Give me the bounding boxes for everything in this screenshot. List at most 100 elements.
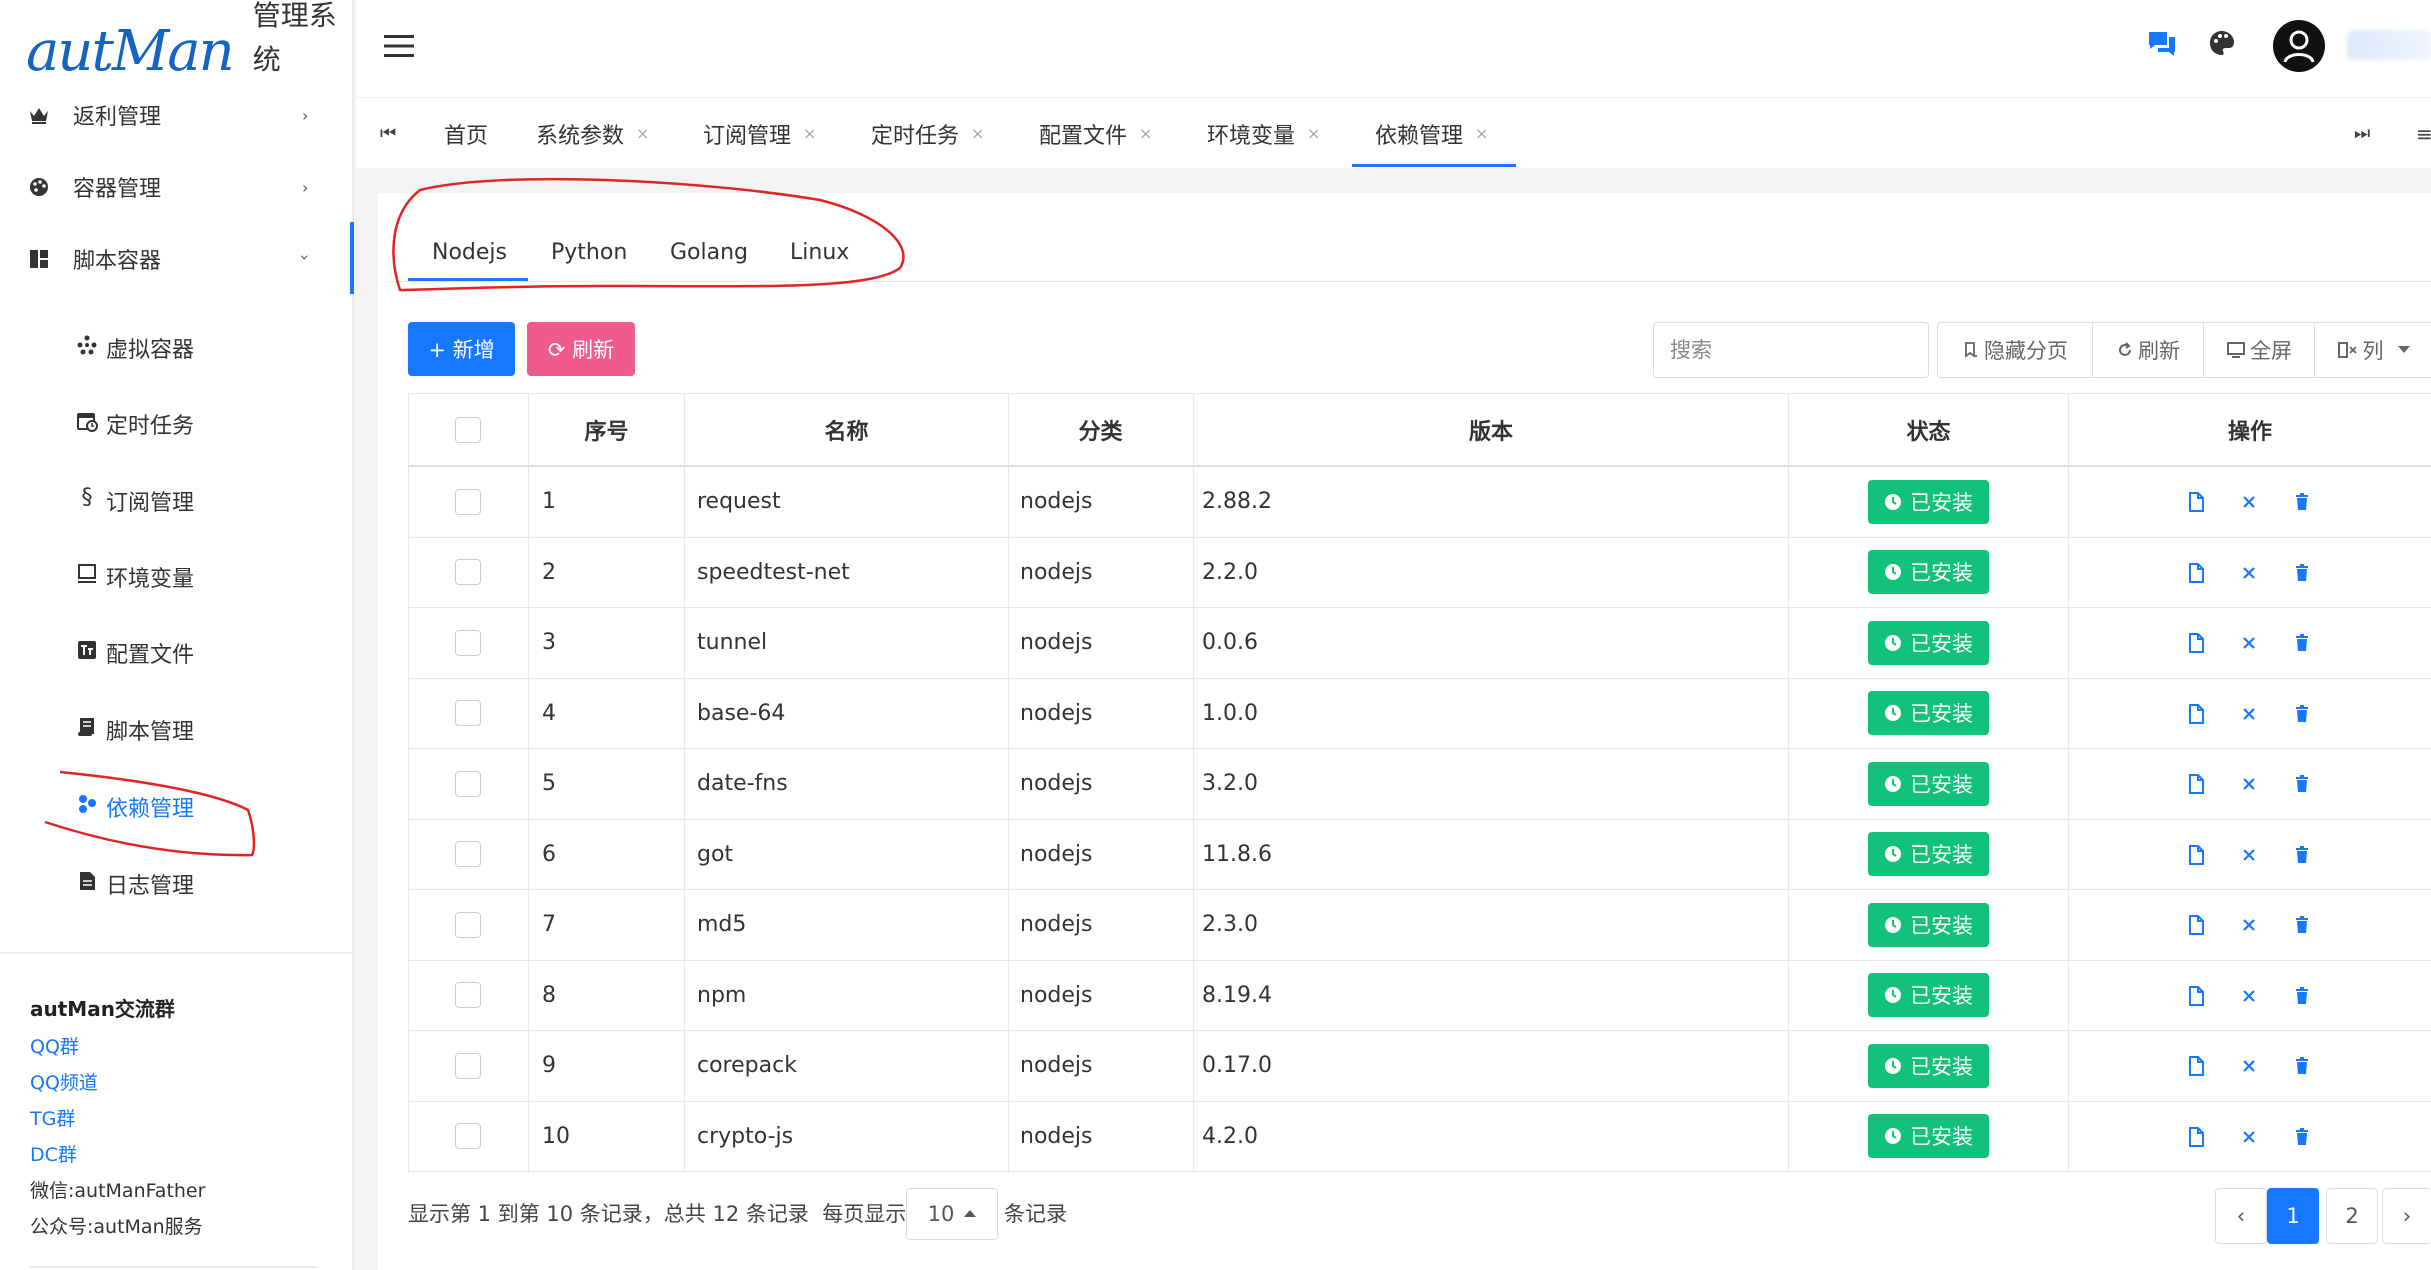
uninstall-close-icon[interactable] — [2238, 703, 2260, 725]
active-indicator — [350, 222, 354, 294]
trash-icon[interactable] — [2291, 914, 2313, 936]
file-detail-icon[interactable] — [2185, 1055, 2207, 1077]
columns-button[interactable]: 列 — [2314, 322, 2431, 378]
tab-last-button[interactable]: ⏭ — [2354, 98, 2370, 169]
tab-first-button[interactable]: ⏮ — [380, 98, 396, 169]
page-size-select[interactable]: 10 — [906, 1188, 998, 1240]
header-version[interactable]: 版本 — [1194, 394, 1788, 465]
add-button[interactable]: + 新增 — [408, 322, 515, 376]
close-icon[interactable]: × — [803, 124, 816, 143]
uninstall-close-icon[interactable] — [2238, 632, 2260, 654]
uninstall-close-icon[interactable] — [2238, 773, 2260, 795]
file-detail-icon[interactable] — [2185, 1126, 2207, 1148]
submenu-config[interactable]: 配置文件 — [0, 621, 352, 681]
tab-label: 环境变量 — [1207, 123, 1296, 149]
fullscreen-button[interactable]: 全屏 — [2203, 322, 2315, 378]
chat-icon[interactable] — [2147, 28, 2177, 58]
row-checkbox[interactable] — [455, 488, 481, 515]
tab-env[interactable]: 环境变量 × — [1207, 98, 1320, 169]
submenu-virtual-container[interactable]: 虚拟容器 — [0, 316, 352, 376]
refresh-button[interactable]: ⟳ 刷新 — [527, 322, 635, 376]
uninstall-close-icon[interactable] — [2238, 1055, 2260, 1077]
menu-rebate[interactable]: 返利管理 › — [0, 82, 352, 148]
uninstall-close-icon[interactable] — [2238, 844, 2260, 866]
next-page-button[interactable]: › — [2382, 1188, 2431, 1244]
trash-icon[interactable] — [2291, 985, 2313, 1007]
trash-icon[interactable] — [2291, 562, 2313, 584]
submenu-subscription[interactable]: § 订阅管理 — [0, 469, 352, 529]
trash-icon[interactable] — [2291, 1126, 2313, 1148]
link-qq-group[interactable]: QQ群 — [30, 1032, 79, 1059]
file-detail-icon[interactable] — [2185, 562, 2207, 584]
tab-home[interactable]: 首页 — [444, 98, 488, 169]
file-detail-icon[interactable] — [2185, 844, 2207, 866]
user-avatar[interactable] — [2273, 20, 2325, 72]
file-detail-icon[interactable] — [2185, 773, 2207, 795]
menu-script-container[interactable]: 脚本容器 › — [0, 226, 352, 292]
trash-icon[interactable] — [2291, 1055, 2313, 1077]
submenu-cron[interactable]: 定时任务 — [0, 392, 352, 452]
submenu-env[interactable]: 环境变量 — [0, 545, 352, 605]
file-detail-icon[interactable] — [2185, 985, 2207, 1007]
app-logo[interactable]: autMan 管理系统 — [26, 0, 352, 82]
header-category[interactable]: 分类 — [1009, 394, 1192, 465]
close-icon[interactable]: × — [971, 124, 984, 143]
tab-system-params[interactable]: 系统参数 × — [536, 98, 649, 169]
prev-page-button[interactable]: ‹ — [2215, 1188, 2267, 1244]
row-checkbox[interactable] — [455, 1123, 481, 1150]
file-detail-icon[interactable] — [2185, 632, 2207, 654]
close-icon[interactable]: × — [1475, 124, 1488, 143]
close-icon[interactable]: × — [636, 124, 649, 143]
link-tg-group[interactable]: TG群 — [30, 1104, 75, 1131]
hamburger-menu-icon[interactable] — [384, 34, 414, 58]
trash-icon[interactable] — [2291, 844, 2313, 866]
header-no[interactable]: 序号 — [530, 394, 683, 465]
close-icon[interactable]: × — [1307, 124, 1320, 143]
row-checkbox[interactable] — [455, 629, 481, 656]
menu-container[interactable]: 容器管理 › — [0, 154, 352, 220]
link-dc-group[interactable]: DC群 — [30, 1140, 77, 1167]
theme-palette-icon[interactable] — [2207, 28, 2237, 58]
header-name[interactable]: 名称 — [685, 394, 1008, 465]
trash-icon[interactable] — [2291, 773, 2313, 795]
submenu-script[interactable]: 脚本管理 — [0, 698, 352, 758]
submenu-log[interactable]: 日志管理 — [0, 852, 352, 912]
tab-subscription[interactable]: 订阅管理 × — [703, 98, 816, 169]
uninstall-close-icon[interactable] — [2238, 914, 2260, 936]
tab-dependency[interactable]: 依赖管理 × — [1375, 98, 1488, 169]
uninstall-close-icon[interactable] — [2238, 1126, 2260, 1148]
row-checkbox[interactable] — [455, 700, 481, 727]
trash-icon[interactable] — [2291, 491, 2313, 513]
tab-cron[interactable]: 定时任务 × — [871, 98, 984, 169]
uninstall-close-icon[interactable] — [2238, 985, 2260, 1007]
tab-menu-button[interactable]: ≡ — [2416, 98, 2431, 169]
row-checkbox[interactable] — [455, 559, 481, 586]
tab-nodejs[interactable]: Nodejs — [432, 220, 507, 280]
file-detail-icon[interactable] — [2185, 914, 2207, 936]
close-icon[interactable]: × — [1139, 124, 1152, 143]
header-status[interactable]: 状态 — [1789, 394, 2068, 465]
row-checkbox[interactable] — [455, 770, 481, 797]
table-refresh-button[interactable]: 刷新 — [2092, 322, 2204, 378]
trash-icon[interactable] — [2291, 632, 2313, 654]
submenu-dependency[interactable]: 依赖管理 — [0, 775, 352, 835]
row-checkbox[interactable] — [455, 982, 481, 1009]
tab-python[interactable]: Python — [551, 220, 627, 280]
uninstall-close-icon[interactable] — [2238, 562, 2260, 584]
row-checkbox[interactable] — [455, 911, 481, 938]
trash-icon[interactable] — [2291, 703, 2313, 725]
row-checkbox[interactable] — [455, 841, 481, 868]
link-qq-channel[interactable]: QQ频道 — [30, 1068, 98, 1095]
tab-linux[interactable]: Linux — [790, 220, 849, 280]
page-1-button[interactable]: 1 — [2267, 1188, 2319, 1244]
row-checkbox[interactable] — [455, 1052, 481, 1079]
tab-config[interactable]: 配置文件 × — [1039, 98, 1152, 169]
page-2-button[interactable]: 2 — [2326, 1188, 2378, 1244]
search-input[interactable] — [1653, 322, 1929, 378]
file-detail-icon[interactable] — [2185, 491, 2207, 513]
file-detail-icon[interactable] — [2185, 703, 2207, 725]
tab-golang[interactable]: Golang — [670, 220, 748, 280]
select-all-checkbox[interactable] — [455, 416, 481, 443]
uninstall-close-icon[interactable] — [2238, 491, 2260, 513]
hide-pagination-button[interactable]: 隐藏分页 — [1937, 322, 2093, 378]
